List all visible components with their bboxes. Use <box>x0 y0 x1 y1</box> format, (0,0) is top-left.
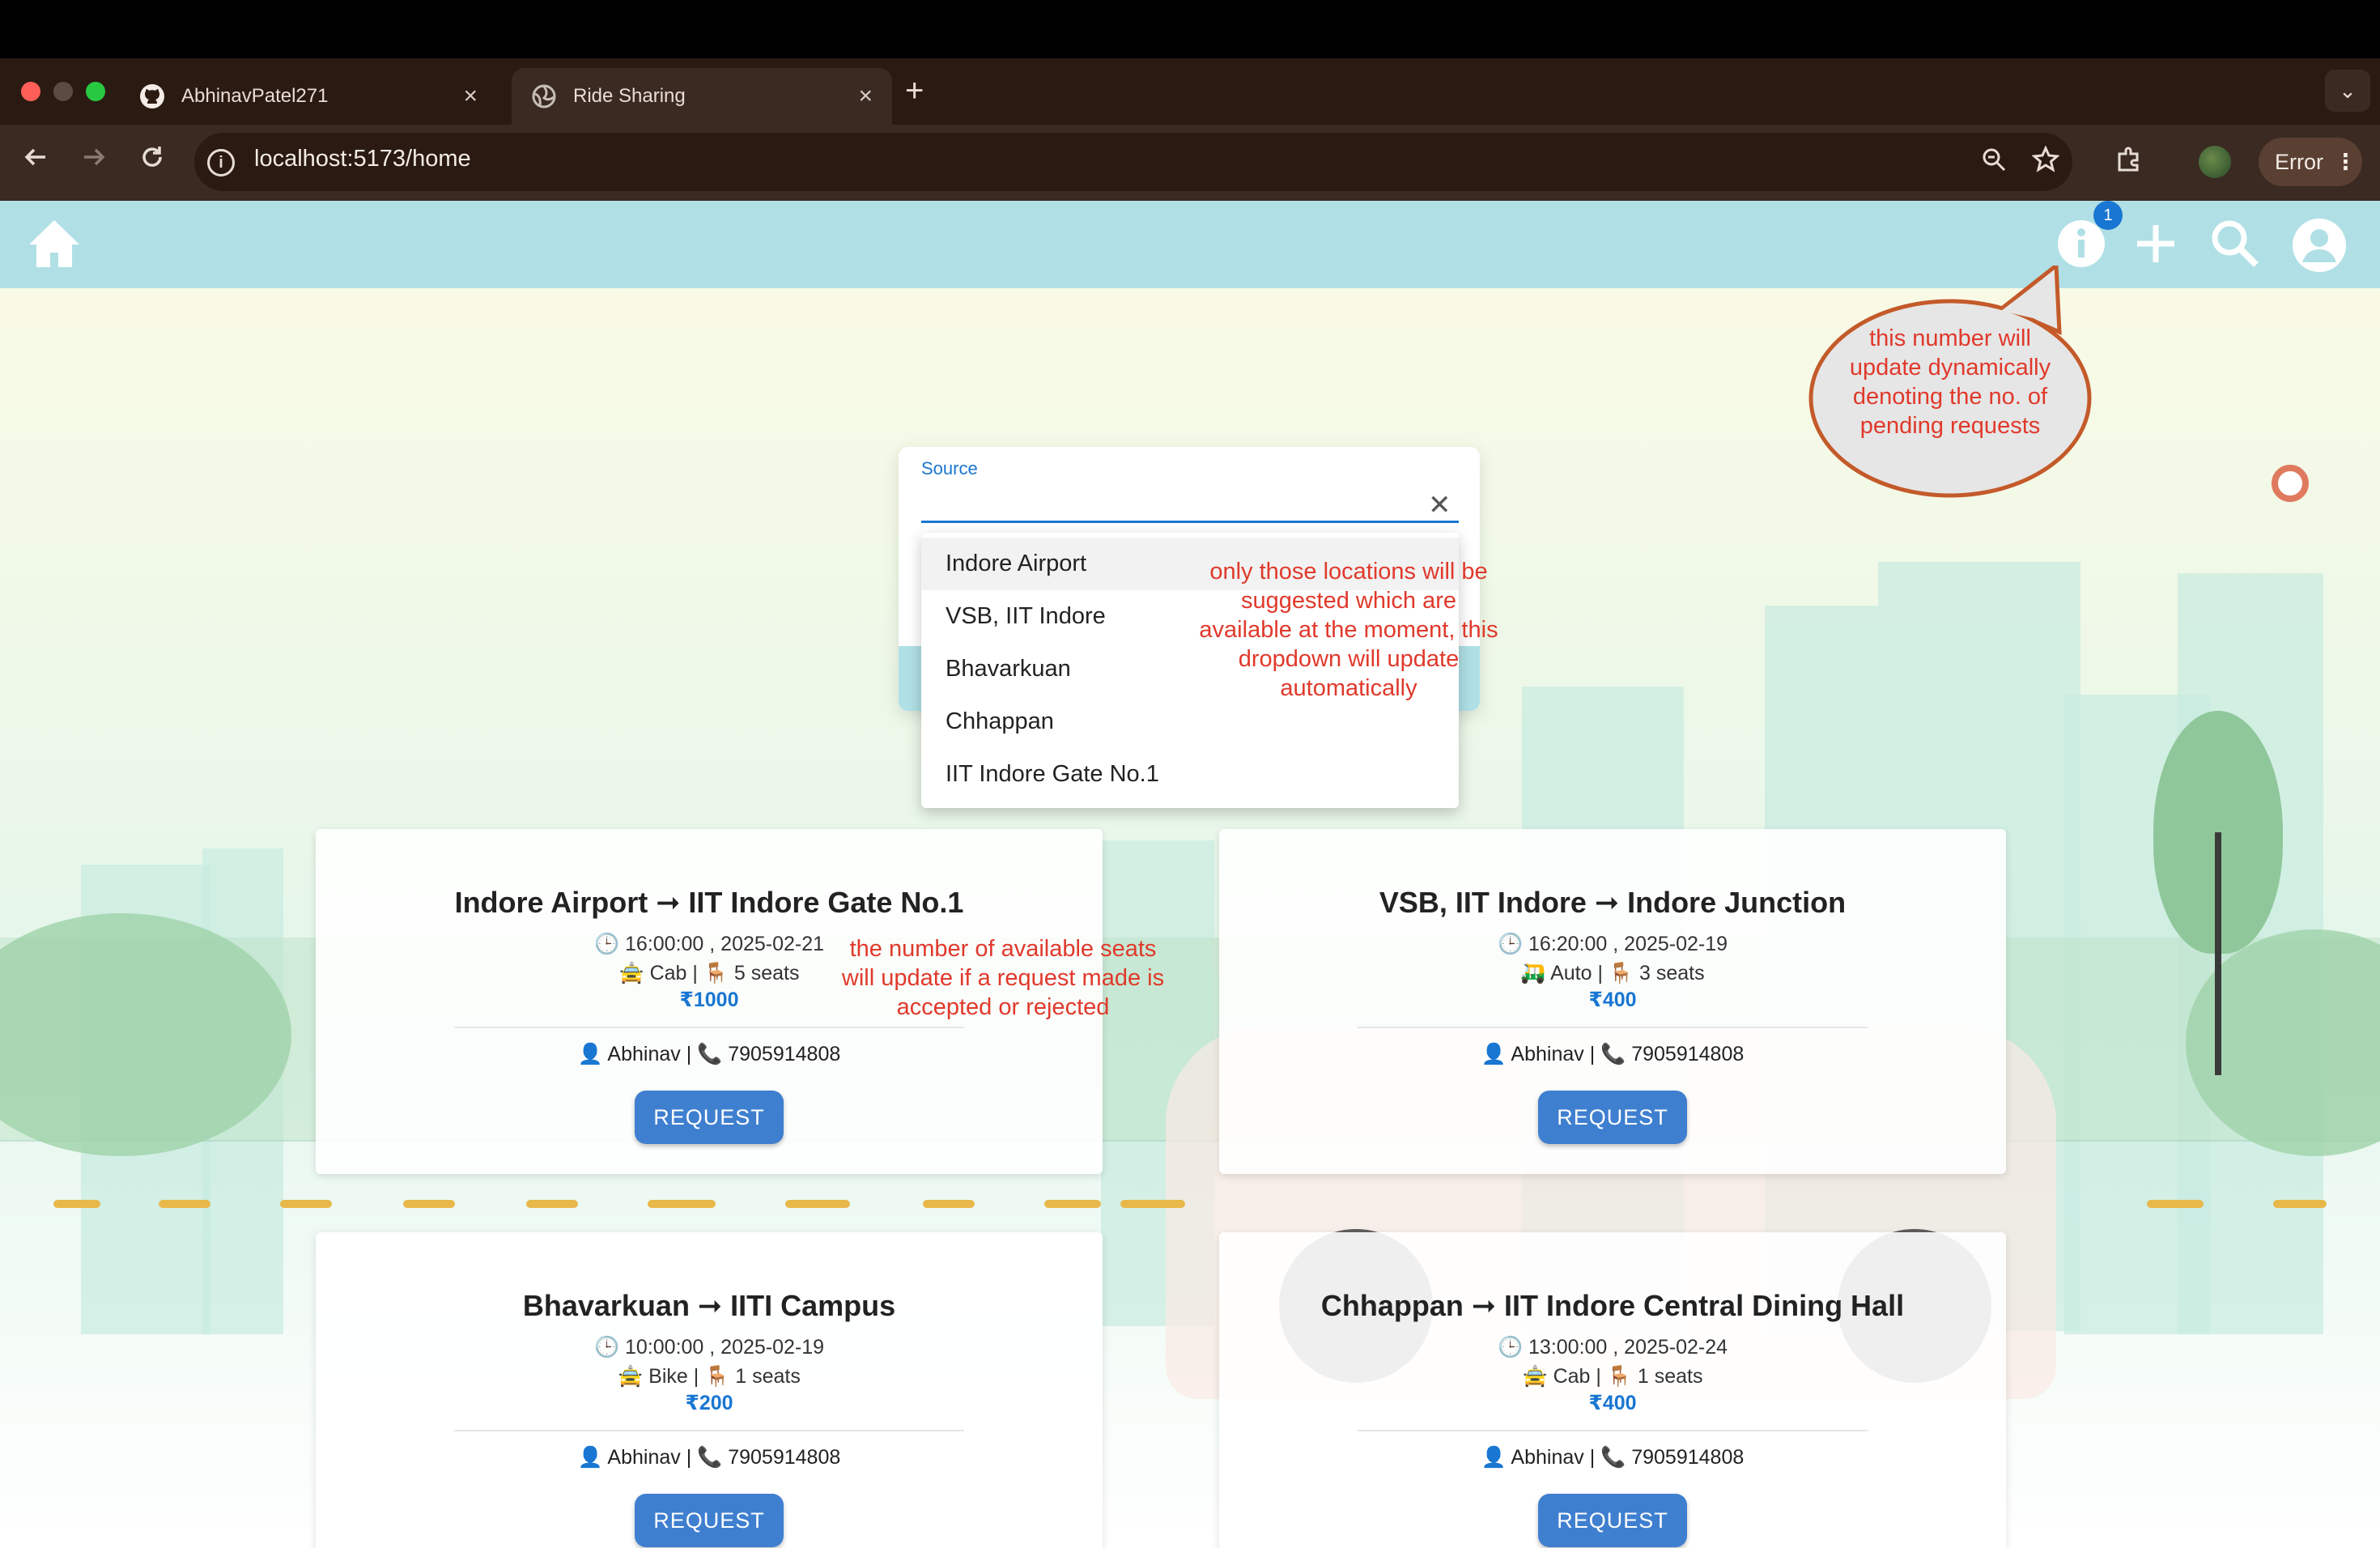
close-icon[interactable]: × <box>858 83 873 110</box>
request-button[interactable]: REQUEST <box>635 1091 784 1144</box>
profile-avatar[interactable] <box>2199 146 2231 178</box>
window-zoom-button[interactable] <box>86 82 105 101</box>
source-input[interactable] <box>921 483 1459 523</box>
tab-title: Ride Sharing <box>573 85 686 107</box>
ride-card: Bhavarkuan ➞ IITI Campus 🕒 10:00:00 , 20… <box>316 1232 1103 1548</box>
address-bar[interactable] <box>194 133 2072 191</box>
reload-button[interactable] <box>138 142 167 181</box>
ride-route: Chhappan ➞ IIT Indore Central Dining Hal… <box>1320 1289 1905 1322</box>
ride-vehicle: 🚖 Bike | 🪑 1 seats <box>618 1365 801 1388</box>
notification-badge: 1 <box>2093 201 2123 230</box>
ride-time: 🕒 10:00:00 , 2025-02-19 <box>593 1336 825 1359</box>
url-text[interactable]: localhost:5173/home <box>254 146 471 172</box>
forward-button[interactable] <box>79 142 108 181</box>
window-close-button[interactable] <box>21 82 40 101</box>
ride-time: 🕒 16:20:00 , 2025-02-19 <box>1497 933 1728 955</box>
dropdown-option[interactable]: Chhappan <box>921 695 1459 748</box>
github-icon <box>139 83 165 109</box>
bookmark-star-icon[interactable] <box>2031 145 2060 180</box>
window-minimize-button[interactable] <box>53 82 73 101</box>
close-icon[interactable]: × <box>463 83 478 110</box>
account-icon[interactable] <box>2291 217 2348 278</box>
request-button[interactable]: REQUEST <box>635 1494 784 1547</box>
page-content: 1 this number will update dynamically de… <box>0 201 2380 1548</box>
ride-vehicle: 🚖 Cab | 🪑 1 seats <box>1522 1365 1703 1388</box>
divider <box>1358 1027 1868 1028</box>
reload-icon <box>142 147 162 167</box>
ride-contact: 👤 Abhinav | 📞 7905914808 <box>1481 1043 1745 1065</box>
error-menu-button[interactable]: Error ⋮ <box>2259 138 2362 186</box>
extensions-icon[interactable] <box>2114 146 2142 180</box>
zoom-icon[interactable] <box>1980 146 2008 180</box>
search-icon[interactable] <box>2210 219 2260 273</box>
add-icon[interactable] <box>2134 222 2178 270</box>
ride-contact: 👤 Abhinav | 📞 7905914808 <box>577 1043 841 1065</box>
error-label: Error <box>2275 149 2323 174</box>
ride-route: Bhavarkuan ➞ IITI Campus <box>522 1289 896 1322</box>
ride-contact: 👤 Abhinav | 📞 7905914808 <box>1481 1446 1745 1469</box>
arrow-left-icon <box>24 148 45 166</box>
browser-tab-ride-sharing[interactable]: Ride Sharing × <box>512 68 892 125</box>
tab-title: AbhinavPatel271 <box>181 85 329 107</box>
divider <box>454 1027 964 1028</box>
arrow-right-icon <box>84 148 105 166</box>
divider <box>1358 1430 1868 1431</box>
ride-route: Indore Airport ➞ IIT Indore Gate No.1 <box>454 886 964 919</box>
ride-contact: 👤 Abhinav | 📞 7905914808 <box>577 1446 841 1469</box>
clear-icon[interactable]: ✕ <box>1428 489 1451 521</box>
request-button[interactable]: REQUEST <box>1538 1494 1687 1547</box>
ride-card: Chhappan ➞ IIT Indore Central Dining Hal… <box>1219 1232 2006 1548</box>
chevron-down-icon: ⌄ <box>2339 78 2357 103</box>
ride-price: ₹400 <box>1588 989 1637 1011</box>
request-button[interactable]: REQUEST <box>1538 1091 1687 1144</box>
back-button[interactable] <box>21 142 50 181</box>
ride-price: ₹200 <box>685 1392 733 1414</box>
dropdown-option[interactable]: IIT Indore Gate No.1 <box>921 748 1459 801</box>
tab-search-button[interactable]: ⌄ <box>2325 70 2370 112</box>
site-info-icon[interactable]: i <box>207 149 235 176</box>
globe-icon <box>531 83 557 109</box>
divider <box>454 1430 964 1431</box>
seats-annotation: the number of available seats will updat… <box>841 936 1165 1020</box>
badge-annotation: this number will update dynamically deno… <box>1849 325 2051 439</box>
ride-vehicle: 🛺 Auto | 🪑 3 seats <box>1520 962 1705 985</box>
ride-time: 🕒 13:00:00 , 2025-02-24 <box>1497 1336 1728 1359</box>
ride-card: VSB, IIT Indore ➞ Indore Junction 🕒 16:2… <box>1219 829 2006 1174</box>
home-icon[interactable] <box>28 219 81 273</box>
ride-route: VSB, IIT Indore ➞ Indore Junction <box>1379 886 1847 919</box>
dropdown-annotation: only those locations will be suggested w… <box>1199 559 1498 701</box>
more-vert-icon: ⋮ <box>2335 149 2357 174</box>
ride-price: ₹400 <box>1588 1392 1637 1414</box>
source-label: Source <box>921 458 978 478</box>
screen-top-bar <box>0 0 2380 58</box>
new-tab-button[interactable]: + <box>905 74 924 107</box>
browser-tab-github[interactable]: AbhinavPatel271 × <box>120 68 497 125</box>
